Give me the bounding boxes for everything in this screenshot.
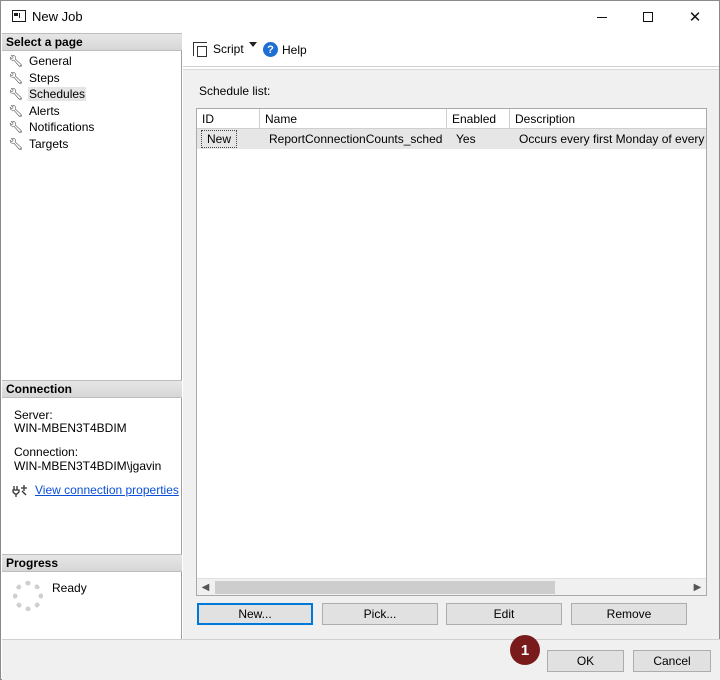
cell-enabled: Yes — [447, 129, 510, 149]
connection-label: Connection: — [14, 445, 79, 459]
connection-value: WIN-MBEN3T4BDIM\jgavin — [14, 459, 162, 473]
connection-header: Connection — [2, 380, 182, 398]
page-nav-list: 🔧︎ General 🔧︎ Steps 🔧︎ Schedules 🔧︎ Aler… — [2, 53, 182, 152]
schedule-list-grid[interactable]: ID Name Enabled Description New ReportCo… — [196, 108, 707, 596]
select-page-header: Select a page — [2, 33, 182, 51]
server-value: WIN-MBEN3T4BDIM — [14, 421, 127, 435]
nav-item-label: Schedules — [28, 87, 87, 102]
edit-schedule-button[interactable]: Edit — [446, 603, 562, 625]
left-panel: Select a page 🔧︎ General 🔧︎ Steps 🔧︎ Sch… — [2, 33, 182, 639]
wrench-icon: 🔧︎ — [8, 70, 24, 85]
toolbar: Script ? Help — [183, 33, 719, 67]
help-icon: ? — [263, 42, 278, 57]
cell-id-value: New — [201, 130, 238, 148]
nav-item-label: Steps — [29, 70, 60, 85]
scroll-right-icon[interactable]: ▶ — [689, 579, 706, 595]
progress-spinner-icon — [13, 581, 43, 611]
progress-status: Ready — [52, 581, 87, 595]
nav-item-label: General — [29, 54, 72, 69]
maximize-icon — [643, 12, 653, 22]
minimize-icon — [597, 16, 607, 18]
wrench-icon: 🔧︎ — [8, 87, 24, 102]
minimize-button[interactable] — [579, 1, 625, 33]
wrench-icon: 🔧︎ — [8, 120, 24, 135]
nav-item-label: Alerts — [29, 103, 60, 118]
new-job-dialog: New Job ✕ Select a page 🔧︎ General 🔧︎ St… — [0, 0, 720, 680]
horizontal-scrollbar[interactable]: ◀ ▶ — [197, 578, 706, 595]
app-window-icon — [12, 10, 26, 22]
pick-schedule-button[interactable]: Pick... — [322, 603, 438, 625]
chevron-down-icon — [249, 42, 257, 47]
nav-item-targets[interactable]: 🔧︎ Targets — [2, 136, 182, 153]
cell-id: New — [197, 129, 260, 149]
title-bar: New Job ✕ — [1, 1, 719, 33]
nav-item-label: Targets — [29, 136, 69, 151]
cell-name: ReportConnectionCounts_sched — [260, 129, 447, 149]
nav-item-label: Notifications — [29, 120, 95, 135]
nav-item-steps[interactable]: 🔧︎ Steps — [2, 70, 182, 87]
view-connection-properties-link[interactable]: View connection properties — [35, 483, 179, 497]
table-row[interactable]: New ReportConnectionCounts_sched Yes Occ… — [197, 129, 706, 149]
scroll-thumb[interactable] — [215, 581, 555, 594]
schedule-list-label: Schedule list: — [199, 84, 271, 98]
column-header-description[interactable]: Description — [510, 109, 706, 128]
schedules-page: Schedule list: ID Name Enabled Descripti… — [183, 69, 719, 639]
wrench-icon: 🔧︎ — [8, 103, 24, 118]
maximize-button[interactable] — [625, 1, 671, 33]
script-dropdown-button[interactable] — [239, 42, 257, 47]
script-icon — [193, 42, 207, 57]
new-schedule-button[interactable]: New... — [197, 603, 313, 625]
nav-item-notifications[interactable]: 🔧︎ Notifications — [2, 119, 182, 136]
column-header-name[interactable]: Name — [260, 109, 447, 128]
connection-plug-icon — [12, 484, 28, 498]
wrench-icon: 🔧︎ — [8, 54, 24, 69]
nav-item-schedules[interactable]: 🔧︎ Schedules — [2, 86, 182, 103]
cancel-button[interactable]: Cancel — [633, 650, 711, 672]
progress-header: Progress — [2, 554, 182, 572]
wrench-icon: 🔧︎ — [8, 136, 24, 151]
close-button[interactable]: ✕ — [672, 1, 718, 33]
script-button[interactable]: Script — [193, 42, 244, 57]
window-title: New Job — [32, 9, 83, 24]
close-icon: ✕ — [688, 9, 702, 26]
grid-header: ID Name Enabled Description — [197, 109, 706, 129]
column-header-enabled[interactable]: Enabled — [447, 109, 510, 128]
nav-item-alerts[interactable]: 🔧︎ Alerts — [2, 103, 182, 120]
server-label: Server: — [14, 408, 53, 422]
help-label: Help — [282, 42, 307, 57]
cell-description: Occurs every first Monday of every 1 m — [510, 129, 706, 149]
dialog-footer: OK Cancel — [2, 639, 720, 680]
step-number-badge: 1 — [510, 635, 540, 665]
scroll-left-icon[interactable]: ◀ — [197, 579, 214, 595]
remove-schedule-button[interactable]: Remove — [571, 603, 687, 625]
column-header-id[interactable]: ID — [197, 109, 260, 128]
help-button[interactable]: ? Help — [263, 42, 307, 57]
ok-button[interactable]: OK — [547, 650, 624, 672]
nav-item-general[interactable]: 🔧︎ General — [2, 53, 182, 70]
